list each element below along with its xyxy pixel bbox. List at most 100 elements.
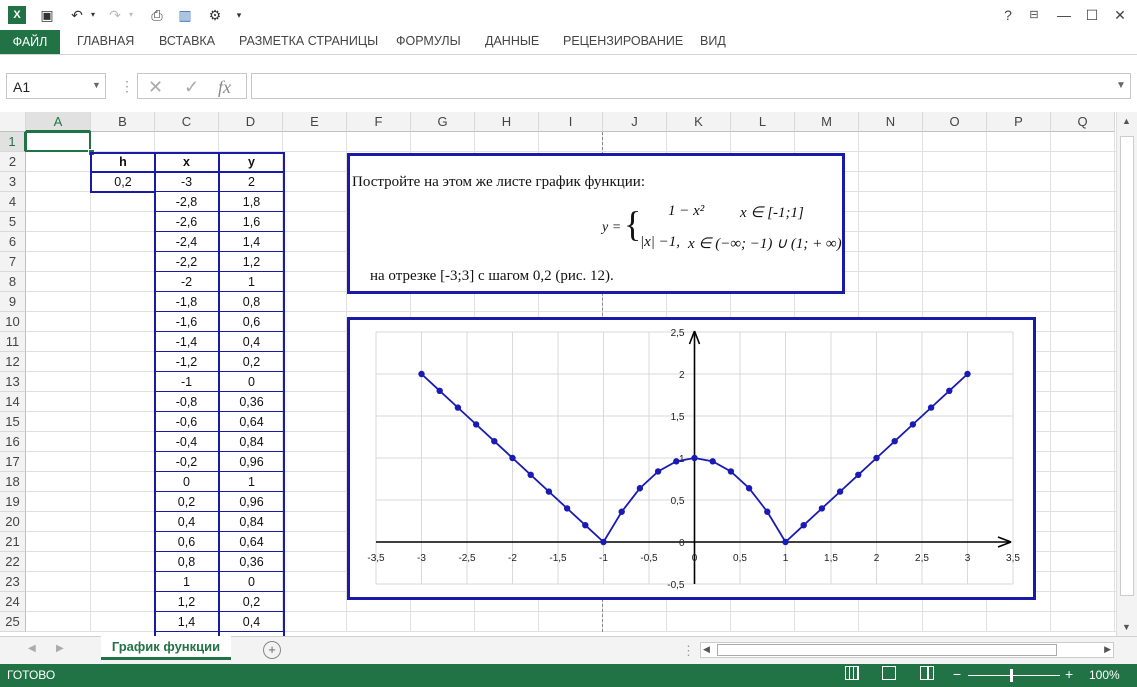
y-value-cell[interactable]: 0,2 xyxy=(220,592,283,612)
x-value-cell[interactable]: -0,8 xyxy=(155,392,218,412)
row-header[interactable]: 13 xyxy=(0,372,26,392)
chart-icon[interactable]: ▥ xyxy=(176,6,194,24)
row-header[interactable]: 22 xyxy=(0,552,26,572)
x-value-cell[interactable]: 1,4 xyxy=(155,612,218,632)
y-value-cell[interactable]: 0,4 xyxy=(220,612,283,632)
y-value-cell[interactable]: 1 xyxy=(220,472,283,492)
column-header[interactable]: J xyxy=(603,112,667,132)
hscroll-thumb[interactable] xyxy=(717,644,1057,656)
column-header[interactable]: D xyxy=(219,112,283,132)
tab-insert[interactable]: ВСТАВКА xyxy=(159,34,215,48)
row-header[interactable]: 14 xyxy=(0,392,26,412)
column-header[interactable]: G xyxy=(411,112,475,132)
column-header[interactable]: I xyxy=(539,112,603,132)
x-value-cell[interactable]: 1 xyxy=(155,572,218,592)
y-value-cell[interactable]: 0,36 xyxy=(220,392,283,412)
name-box-dropdown-icon[interactable]: ▼ xyxy=(92,80,101,90)
sheet-tab-active[interactable]: График функции xyxy=(101,636,231,660)
tab-review[interactable]: РЕЦЕНЗИРОВАНИЕ xyxy=(563,34,683,48)
x-value-cell[interactable]: -1,8 xyxy=(155,292,218,312)
customize-toolbar-icon[interactable]: ▾ xyxy=(230,6,248,24)
y-value-cell[interactable]: 0 xyxy=(220,572,283,592)
y-value-cell[interactable]: 0,8 xyxy=(220,292,283,312)
row-header[interactable]: 21 xyxy=(0,532,26,552)
row-header[interactable]: 12 xyxy=(0,352,26,372)
cancel-icon[interactable]: ✕ xyxy=(148,77,163,98)
redo-dropdown-icon[interactable]: ▾ xyxy=(122,6,140,24)
x-value-cell[interactable]: 0,6 xyxy=(155,532,218,552)
tab-formulas[interactable]: ФОРМУЛЫ xyxy=(396,34,461,48)
vertical-scrollbar[interactable]: ▲ ▼ xyxy=(1116,112,1137,636)
undo-dropdown-icon[interactable]: ▾ xyxy=(84,6,102,24)
tab-page-layout[interactable]: РАЗМЕТКА СТРАНИЦЫ xyxy=(239,34,378,48)
x-value-cell[interactable]: -2,8 xyxy=(155,192,218,212)
macro-icon[interactable]: ⚙ xyxy=(206,6,224,24)
x-value-cell[interactable]: 0,8 xyxy=(155,552,218,572)
x-value-cell[interactable]: -1 xyxy=(155,372,218,392)
column-header[interactable]: E xyxy=(283,112,347,132)
formula-expand-icon[interactable]: ▼ xyxy=(1116,80,1126,91)
row-header[interactable]: 19 xyxy=(0,492,26,512)
help-icon[interactable]: ? xyxy=(998,6,1018,24)
y-value-cell[interactable]: 0,96 xyxy=(220,452,283,472)
y-value-cell[interactable]: 0,84 xyxy=(220,432,283,452)
column-header[interactable]: Q xyxy=(1051,112,1115,132)
x-value-cell[interactable]: 0 xyxy=(155,472,218,492)
scroll-left-icon[interactable]: ◀ xyxy=(703,644,710,655)
x-value-cell[interactable]: -2,2 xyxy=(155,252,218,272)
y-value-cell[interactable]: 0,2 xyxy=(220,352,283,372)
x-header-cell[interactable]: x xyxy=(155,152,218,172)
row-header[interactable]: 6 xyxy=(0,232,26,252)
x-value-cell[interactable]: -3 xyxy=(155,172,218,192)
row-header[interactable]: 11 xyxy=(0,332,26,352)
y-value-cell[interactable]: 1,8 xyxy=(220,192,283,212)
x-value-cell[interactable]: 0,4 xyxy=(155,512,218,532)
sheet-prev-icon[interactable]: ◀ xyxy=(28,643,36,654)
y-value-cell[interactable]: 0,4 xyxy=(220,332,283,352)
x-value-cell[interactable]: -2,4 xyxy=(155,232,218,252)
row-header[interactable]: 20 xyxy=(0,512,26,532)
page-layout-view-icon[interactable] xyxy=(882,666,896,680)
zoom-in-icon[interactable]: + xyxy=(1065,666,1073,682)
x-value-cell[interactable]: -1,4 xyxy=(155,332,218,352)
close-button[interactable]: ✕ xyxy=(1110,6,1130,24)
y-header-cell[interactable]: y xyxy=(220,152,283,172)
ribbon-options-icon[interactable]: ⊟ xyxy=(1024,6,1044,24)
y-value-cell[interactable]: 1 xyxy=(220,272,283,292)
column-header[interactable]: N xyxy=(859,112,923,132)
row-header[interactable]: 2 xyxy=(0,152,26,172)
y-value-cell[interactable]: 0,96 xyxy=(220,492,283,512)
zoom-slider-thumb[interactable] xyxy=(1010,669,1013,682)
row-header[interactable]: 23 xyxy=(0,572,26,592)
column-header[interactable]: P xyxy=(987,112,1051,132)
sheet-next-icon[interactable]: ▶ xyxy=(56,643,64,654)
row-header[interactable]: 16 xyxy=(0,432,26,452)
row-header[interactable]: 15 xyxy=(0,412,26,432)
row-header[interactable]: 5 xyxy=(0,212,26,232)
select-all-corner[interactable] xyxy=(0,112,26,132)
scroll-thumb[interactable] xyxy=(1120,136,1134,596)
tab-home[interactable]: ГЛАВНАЯ xyxy=(77,34,134,48)
row-header[interactable]: 7 xyxy=(0,252,26,272)
y-value-cell[interactable]: 0,64 xyxy=(220,412,283,432)
y-value-cell[interactable]: 0,64 xyxy=(220,532,283,552)
minimize-button[interactable]: — xyxy=(1054,6,1074,24)
scroll-right-icon[interactable]: ▶ xyxy=(1104,644,1111,655)
row-header[interactable]: 4 xyxy=(0,192,26,212)
y-value-cell[interactable]: 1,6 xyxy=(220,212,283,232)
normal-view-icon[interactable] xyxy=(845,666,859,680)
name-box[interactable]: A1 xyxy=(6,73,106,99)
column-header[interactable]: B xyxy=(91,112,155,132)
y-value-cell[interactable]: 1,2 xyxy=(220,252,283,272)
row-header[interactable]: 1 xyxy=(0,132,26,152)
print-preview-icon[interactable]: ⎙ xyxy=(148,6,166,24)
x-value-cell[interactable]: -1,6 xyxy=(155,312,218,332)
chart[interactable]: -3,5 -3 -2,5 -2 -1,5 -1 -0,5 0 0,5 1 1,5 2 2,5 3 3,5 -0… xyxy=(347,317,1036,600)
x-value-cell[interactable]: -2,6 xyxy=(155,212,218,232)
enter-icon[interactable]: ✓ xyxy=(184,77,199,98)
tab-file[interactable]: ФАЙЛ xyxy=(0,30,60,54)
column-header[interactable]: A xyxy=(26,112,91,132)
row-header[interactable]: 18 xyxy=(0,472,26,492)
column-header[interactable]: C xyxy=(155,112,219,132)
horizontal-scrollbar[interactable]: ◀ ▶ xyxy=(700,642,1114,658)
